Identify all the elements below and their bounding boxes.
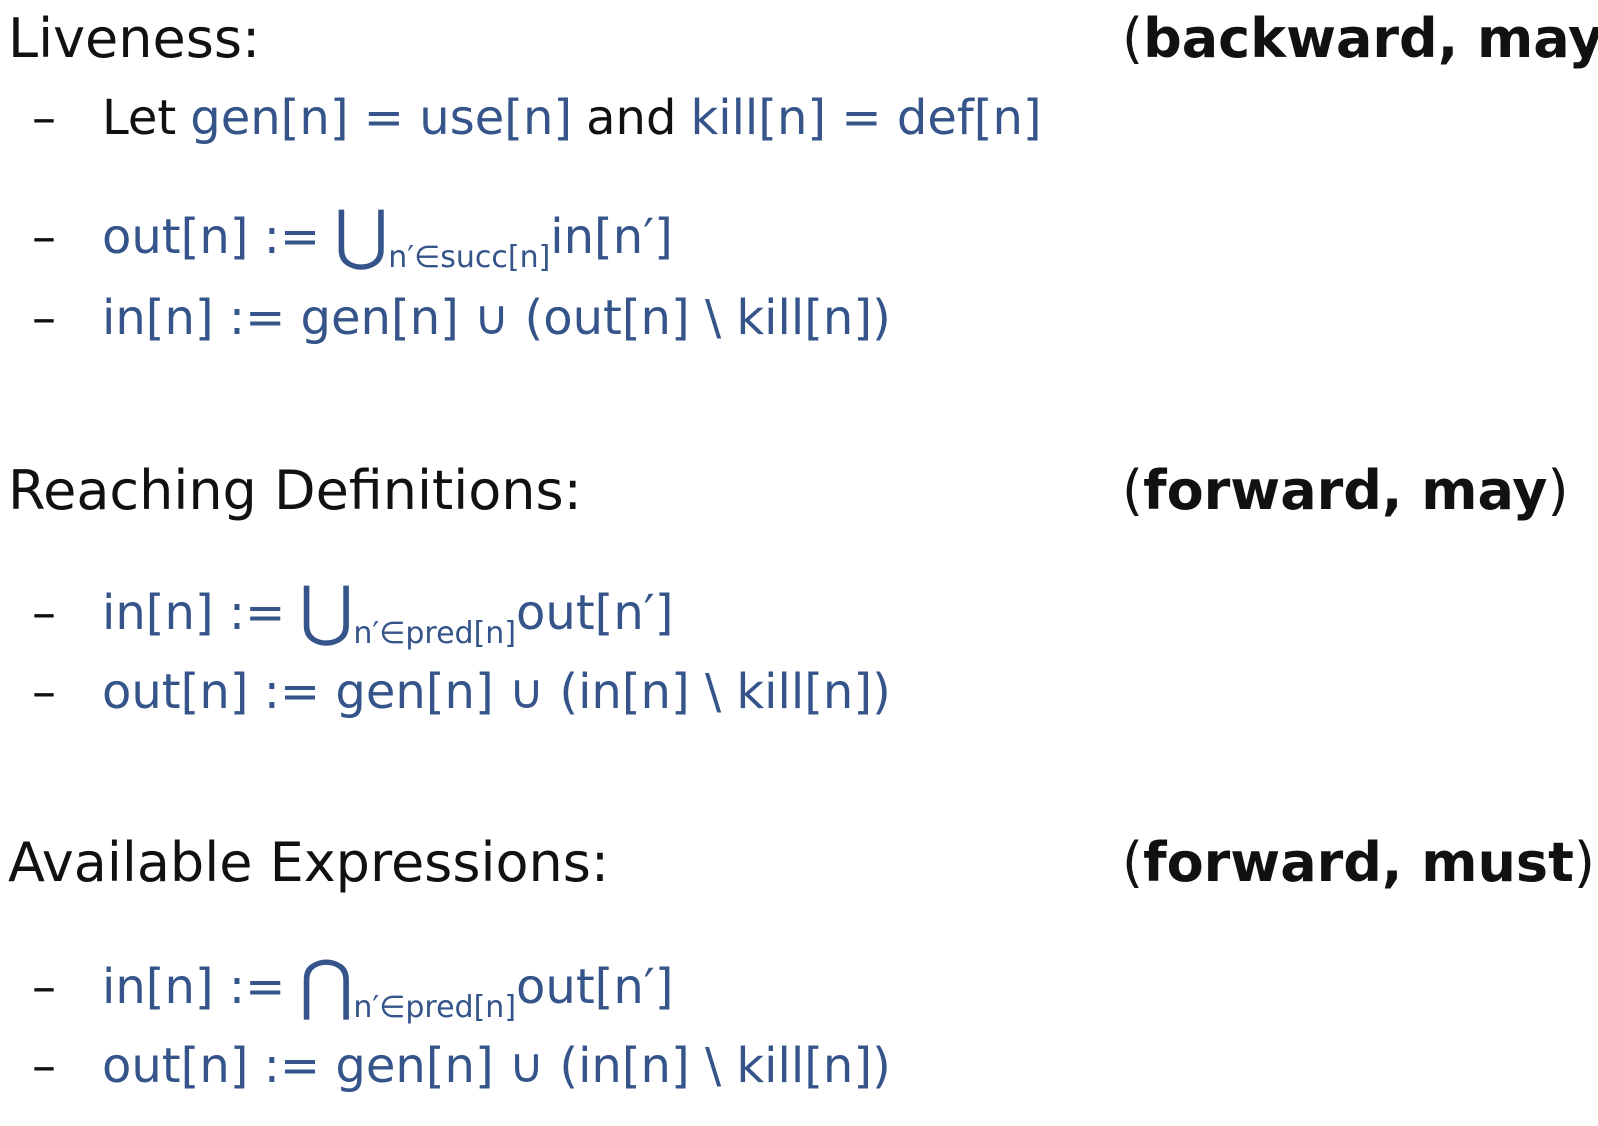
liveness-item-1: – Let gen[n] = use[n] and kill[n] = def[n] (32, 94, 1042, 142)
kill-def: kill[n] = def[n] (690, 90, 1042, 146)
bullet-dash: – (32, 664, 56, 720)
bullet-dash: – (32, 90, 56, 146)
annotation-keywords: forward, may (1143, 459, 1548, 522)
liveness-heading: Liveness: (8, 7, 261, 70)
big-union-operator: ⋃ (299, 572, 354, 649)
equation-rhs: out[n′] (516, 959, 674, 1015)
annotation-keywords: forward, must (1143, 831, 1574, 894)
available-annotation: (forward, must) (1122, 836, 1595, 890)
equation: out[n] := gen[n] ∪ (in[n] \ kill[n]) (102, 664, 891, 720)
let-text: Let (102, 90, 177, 146)
annotation-open-paren: ( (1122, 831, 1144, 894)
reaching-heading: Reaching Definitions: (8, 459, 582, 522)
annotation-close-paren: ) (1573, 831, 1595, 894)
annotation-close-paren: ) (1547, 459, 1569, 522)
equation-rhs: in[n′] (550, 209, 673, 265)
equation: out[n] := gen[n] ∪ (in[n] \ kill[n]) (102, 1038, 891, 1094)
bullet-dash: – (32, 290, 56, 346)
annotation-keywords: backward, may (1143, 7, 1598, 70)
reaching-item-1: – in[n] := ⋃n′∈pred[n]out[n′] (32, 578, 673, 649)
bullet-dash: – (32, 959, 56, 1015)
big-union-operator: ⋃ (334, 196, 389, 273)
equation-lhs: out[n] := (102, 209, 321, 265)
gen-def: gen[n] = use[n] (190, 90, 573, 146)
available-heading: Available Expressions: (8, 831, 610, 894)
equation-lhs: in[n] := (102, 585, 286, 641)
reaching-item-2: – out[n] := gen[n] ∪ (in[n] \ kill[n]) (32, 668, 891, 716)
liveness-annotation: (backward, may) (1122, 12, 1598, 66)
annotation-open-paren: ( (1122, 7, 1144, 70)
liveness-item-3: – in[n] := gen[n] ∪ (out[n] \ kill[n]) (32, 294, 891, 342)
bullet-dash: – (32, 209, 56, 265)
reaching-annotation: (forward, may) (1122, 464, 1569, 518)
bullet-dash: – (32, 1038, 56, 1094)
available-item-2: – out[n] := gen[n] ∪ (in[n] \ kill[n]) (32, 1042, 891, 1090)
liveness-item-2: – out[n] := ⋃n′∈succ[n]in[n′] (32, 202, 673, 273)
operator-subscript: n′∈succ[n] (388, 240, 551, 275)
and-text: and (586, 90, 677, 146)
available-item-1: – in[n] := ⋂n′∈pred[n]out[n′] (32, 952, 673, 1023)
equation: in[n] := gen[n] ∪ (out[n] \ kill[n]) (102, 290, 891, 346)
annotation-open-paren: ( (1122, 459, 1144, 522)
operator-subscript: n′∈pred[n] (353, 990, 517, 1025)
operator-subscript: n′∈pred[n] (353, 616, 517, 651)
bullet-dash: – (32, 585, 56, 641)
big-intersection-operator: ⋂ (299, 946, 354, 1023)
equation-rhs: out[n′] (516, 585, 674, 641)
equation-lhs: in[n] := (102, 959, 286, 1015)
